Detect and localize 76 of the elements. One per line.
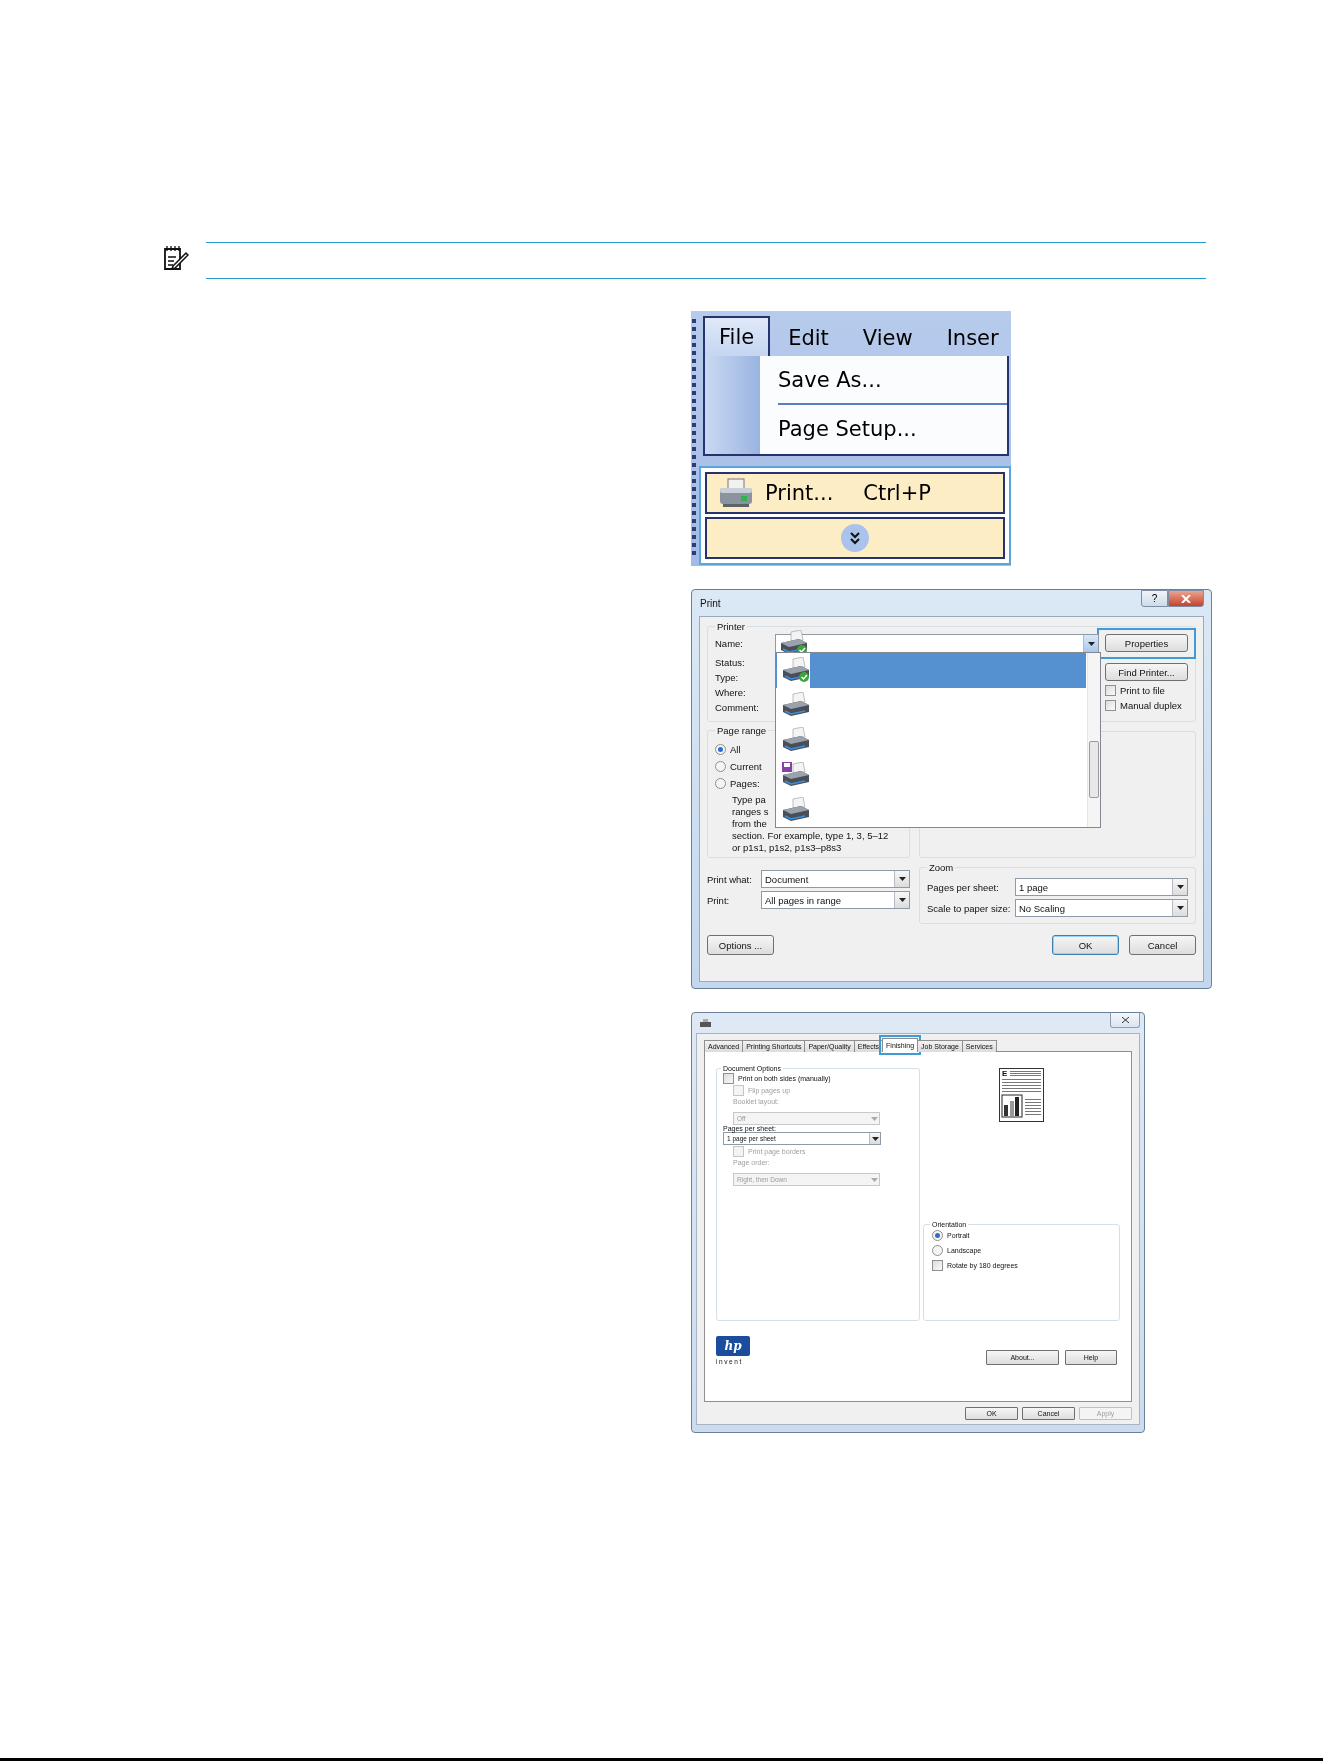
print-what-dropdown[interactable]: Document — [761, 870, 910, 888]
field-label: Scale to paper size: — [927, 902, 1012, 914]
radio-button[interactable] — [715, 761, 726, 772]
dialog-button[interactable]: Cancel — [1129, 935, 1196, 955]
printer-icon — [781, 692, 811, 719]
note-icon — [163, 245, 189, 271]
radio-label: Pages: — [730, 778, 760, 789]
checkbox[interactable] — [1105, 685, 1116, 696]
printer-icon — [719, 478, 753, 508]
printer-icon — [781, 727, 811, 753]
caret-icon — [1176, 906, 1184, 910]
menu-bar-item[interactable]: File — [703, 316, 771, 356]
hint-text: from the — [732, 818, 768, 830]
window-title: Print — [699, 597, 721, 609]
checkbox[interactable] — [932, 1260, 943, 1271]
caret-icon — [870, 1177, 878, 1182]
printer-disk-icon — [781, 761, 811, 788]
field-label: Name: — [715, 637, 744, 651]
caret-icon — [1176, 885, 1184, 889]
radio-button[interactable] — [932, 1230, 943, 1241]
field-label: Type: — [715, 671, 740, 685]
checkbox[interactable] — [1105, 700, 1116, 711]
printer-icon — [781, 657, 811, 684]
field-label: Print what: — [707, 873, 753, 885]
menu-bar-item[interactable]: Edit — [772, 318, 845, 356]
caret-icon — [871, 1136, 879, 1141]
hint-text: or p1s1, p1s2, p1s3–p8s3 — [732, 842, 843, 854]
help-button[interactable]: ? — [1141, 590, 1168, 607]
caret-icon — [1087, 641, 1095, 646]
group-label: Printer — [716, 621, 746, 632]
zoom-dropdown[interactable]: No Scaling — [1015, 899, 1188, 917]
printer-icon — [781, 796, 811, 823]
dialog-button[interactable]: Options ... — [707, 935, 774, 955]
radio-button[interactable] — [715, 744, 726, 755]
find-printer-button[interactable]: Find Printer... — [1105, 663, 1188, 681]
close-button[interactable] — [1168, 590, 1204, 607]
logo: hp — [716, 1336, 750, 1356]
hint-text: Type pa — [732, 794, 767, 806]
menu-item[interactable]: Save As... — [705, 356, 1007, 403]
checkbox[interactable] — [723, 1072, 734, 1084]
close-button[interactable] — [1110, 1013, 1140, 1028]
print-dropdown[interactable]: All pages in range — [761, 891, 910, 909]
zoom-dropdown[interactable]: 1 page — [1015, 878, 1188, 896]
radio-label: Current — [730, 761, 762, 772]
field-label: Comment: — [715, 701, 760, 715]
radio-button[interactable] — [932, 1245, 943, 1256]
preview-letter: E — [1002, 1069, 1008, 1078]
dialog-button[interactable]: OK — [1052, 935, 1119, 955]
radio-label: All — [730, 744, 741, 755]
field-label: Pages per sheet: — [927, 881, 1000, 893]
printer-list-item[interactable] — [776, 653, 1087, 688]
page-preview-drawing — [999, 1068, 1044, 1122]
properties-button[interactable]: Properties — [1105, 634, 1188, 652]
expand-menu-item[interactable] — [705, 517, 1005, 559]
hint-text: section. For example, type 1, 3, 5–12 — [732, 830, 890, 842]
radio-button[interactable] — [715, 778, 726, 789]
group-label: Zoom — [928, 862, 955, 873]
close-icon — [1181, 594, 1191, 603]
printer-icon — [700, 1018, 711, 1028]
chevron-down-icon — [840, 523, 870, 553]
menu-bar-item[interactable]: View — [846, 318, 929, 356]
menu-item[interactable]: Page Setup... — [705, 405, 1007, 452]
field-label: Where: — [715, 686, 747, 700]
caret-icon — [870, 1116, 878, 1121]
menu-bar-item[interactable]: Inser — [930, 318, 1015, 356]
field-label: Print: — [707, 894, 731, 906]
checkbox-label: Manual duplex — [1120, 700, 1182, 711]
caret-icon — [898, 877, 906, 881]
hint-text: ranges s — [732, 806, 770, 818]
menu-item[interactable]: Print... Ctrl+P — [705, 472, 1005, 514]
group-label: Page range — [716, 725, 768, 736]
field-label: Status: — [715, 656, 746, 670]
close-icon — [1121, 1017, 1129, 1023]
caret-icon — [898, 898, 906, 902]
scrollbar[interactable] — [1087, 653, 1100, 827]
checkbox-label: Print to file — [1120, 685, 1165, 696]
